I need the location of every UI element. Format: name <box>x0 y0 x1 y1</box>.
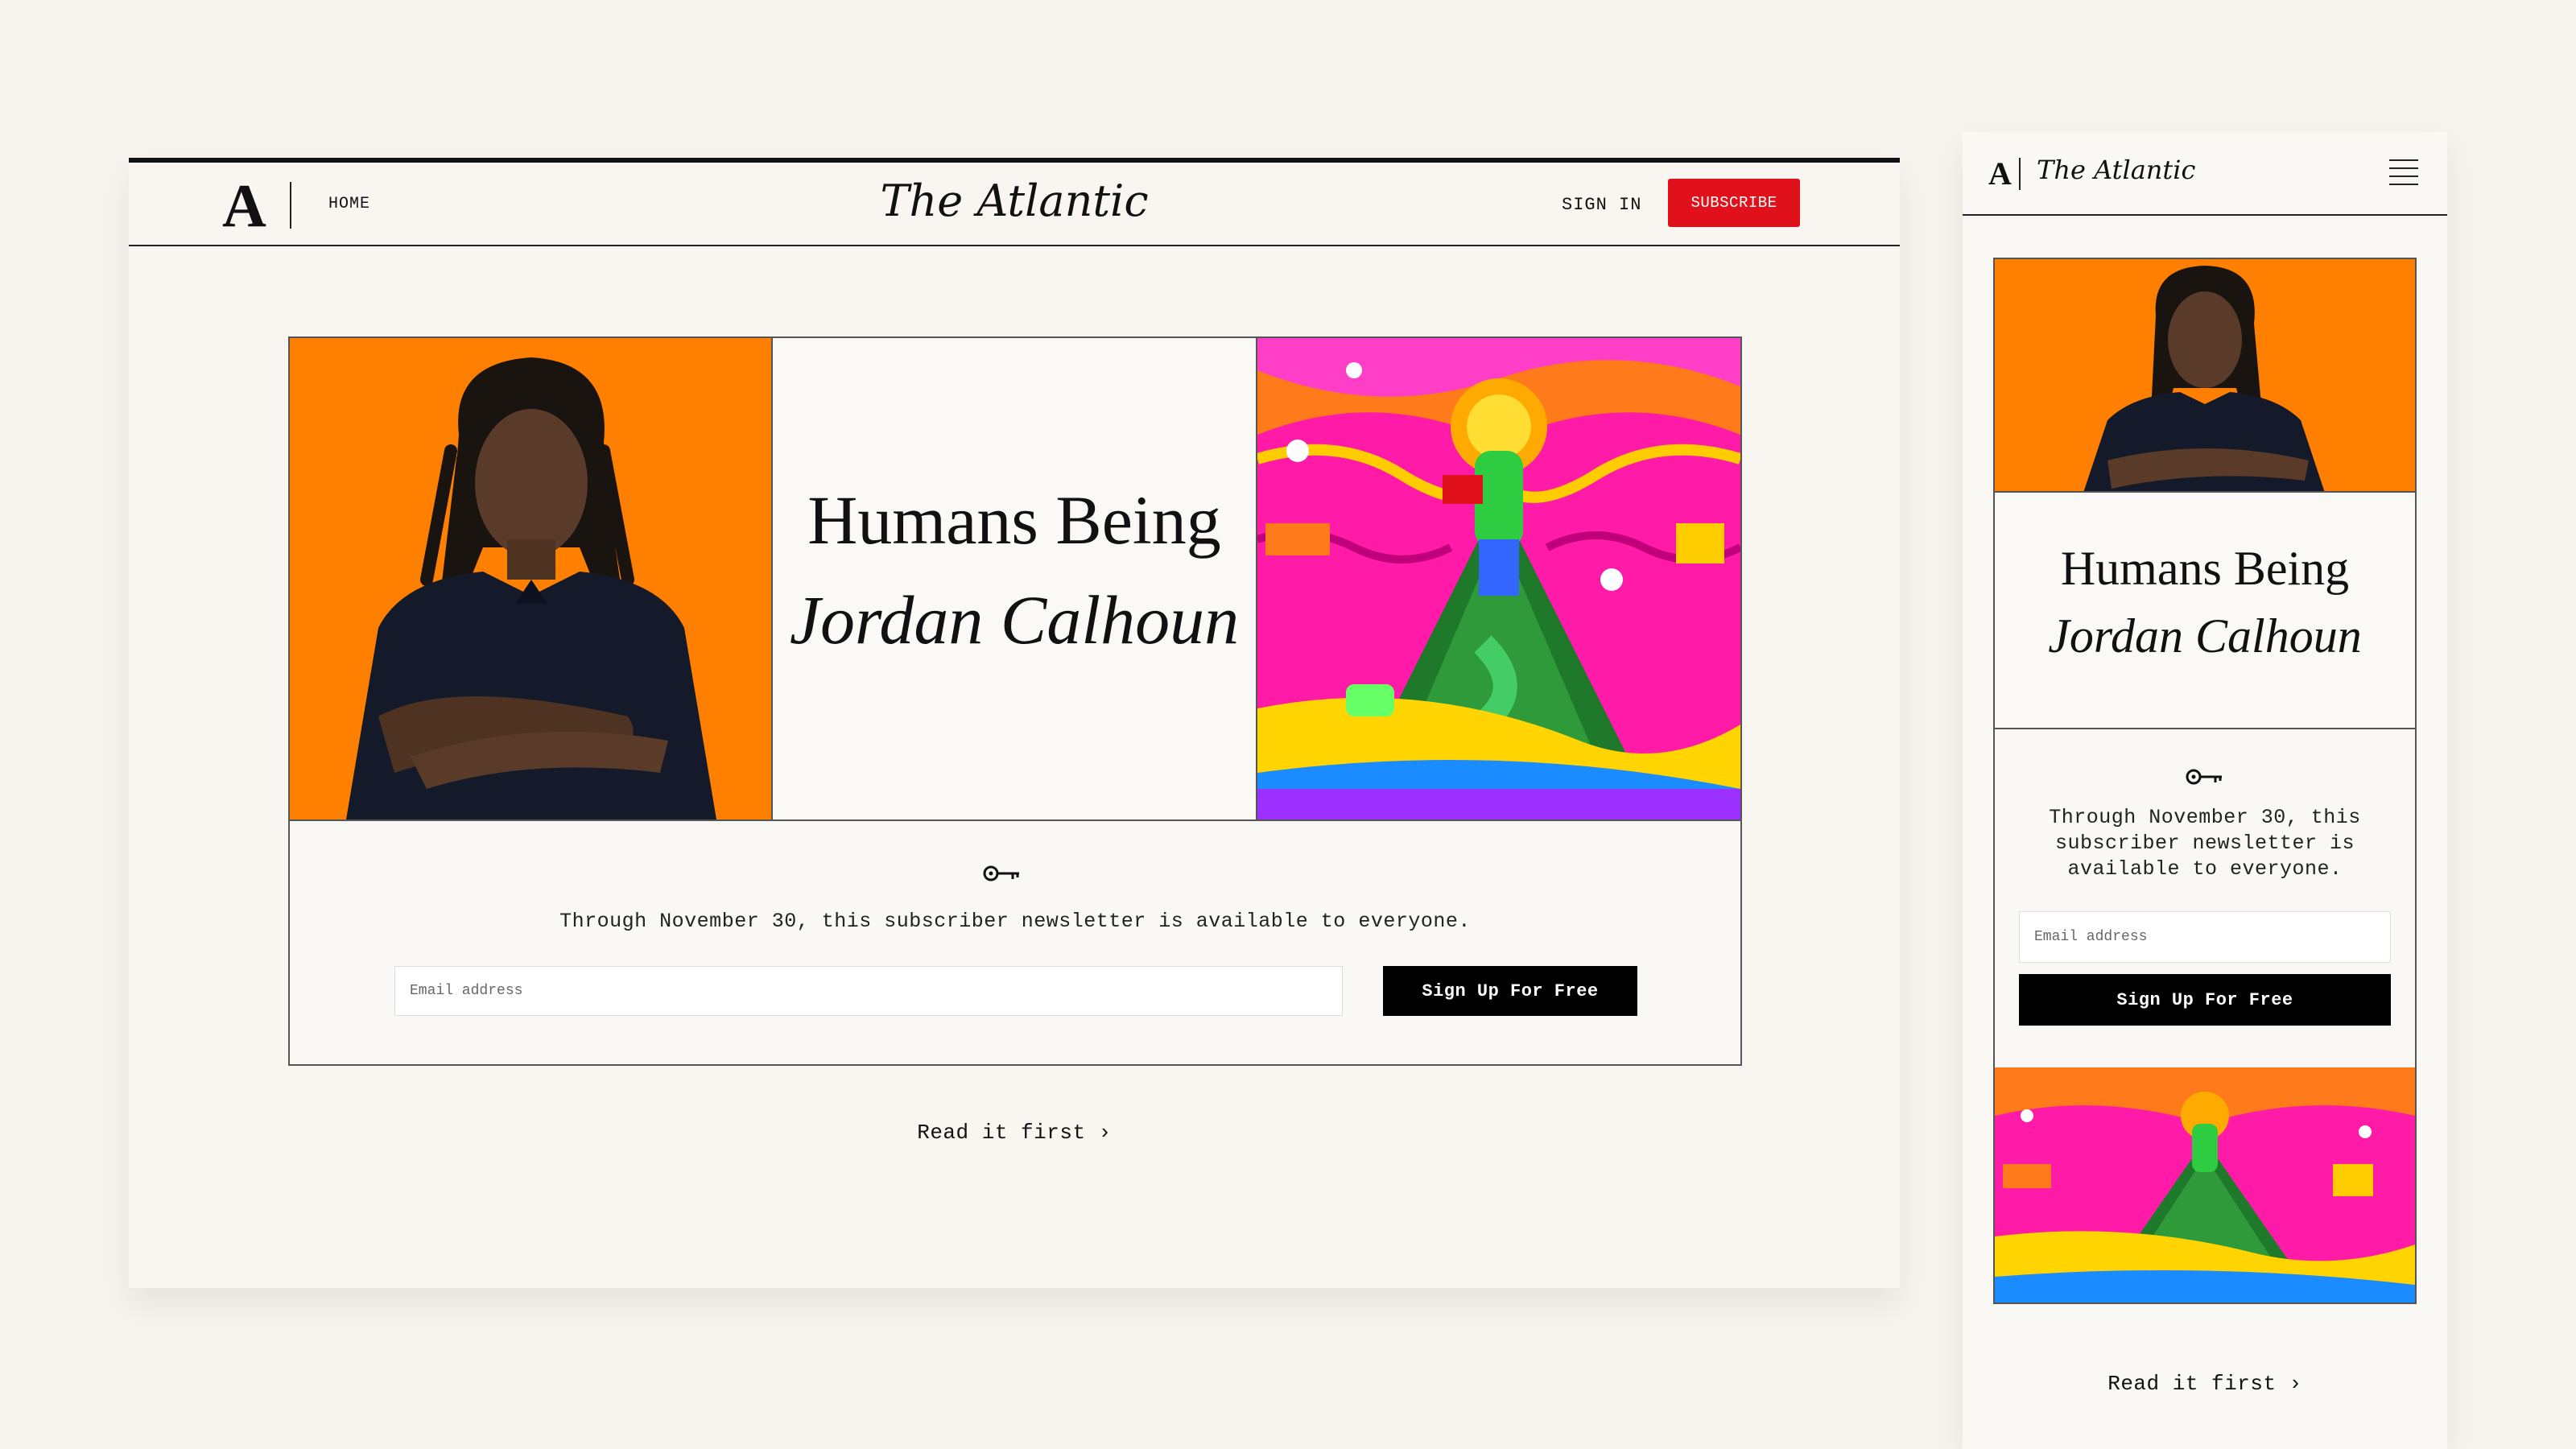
mobile-newsletter-card: Humans Being Jordan Calhoun Through Nove… <box>1993 258 2417 1304</box>
sign-up-button[interactable]: Sign Up For Free <box>1383 966 1637 1016</box>
newsletter-hero: Humans Being Jordan Calhoun <box>288 336 1742 821</box>
author-name: Jordan Calhoun <box>789 581 1240 658</box>
sign-up-button[interactable]: Sign Up For Free <box>2019 974 2391 1026</box>
newsletter-title: Humans Being <box>807 481 1221 559</box>
masthead-title[interactable]: The Atlantic <box>2037 155 2195 185</box>
email-input[interactable] <box>394 966 1343 1016</box>
psychedelic-art <box>1995 1067 2415 1302</box>
mobile-nav: A The Atlantic <box>1963 132 2447 216</box>
psychedelic-art <box>1257 338 1740 819</box>
desktop-frame: A HOME The Atlantic SIGN IN SUBSCRIBE Hu… <box>129 158 1900 1288</box>
author-name: Jordan Calhoun <box>2048 609 2362 663</box>
availability-message: Through November 30, this subscriber new… <box>559 910 1471 933</box>
title-panel: Humans Being Jordan Calhoun <box>1995 493 2415 729</box>
read-it-first-link[interactable]: Read it first › <box>1963 1372 2447 1396</box>
atlantic-a-logo[interactable]: A <box>1988 155 2012 192</box>
portrait-photo <box>1995 259 2415 493</box>
subscribe-button[interactable]: SUBSCRIBE <box>1668 179 1800 227</box>
nav-divider <box>2019 158 2021 190</box>
colorful-illustration <box>1257 338 1740 819</box>
read-it-first-link[interactable]: Read it first › <box>129 1121 1900 1145</box>
email-input[interactable] <box>2019 911 2391 963</box>
signup-box: Through November 30, this subscriber new… <box>288 821 1742 1066</box>
signup-box: Through November 30, this subscriber new… <box>1995 729 2415 1067</box>
portrait-illustration <box>2083 266 2325 491</box>
top-nav: A HOME The Atlantic SIGN IN SUBSCRIBE <box>129 163 1900 246</box>
title-panel: Humans Being Jordan Calhoun <box>773 338 1257 819</box>
sign-in-link[interactable]: SIGN IN <box>1562 195 1641 215</box>
key-icon <box>983 865 1019 881</box>
key-icon <box>2186 769 2222 785</box>
newsletter-title: Humans Being <box>2060 542 2350 595</box>
portrait-photo <box>290 338 773 819</box>
availability-message: Through November 30, this subscriber new… <box>2049 806 2361 881</box>
hamburger-menu-icon[interactable] <box>2389 159 2418 188</box>
mobile-frame: A The Atlantic Humans Being Jordan Calho… <box>1963 132 2447 1449</box>
colorful-illustration <box>1995 1067 2415 1302</box>
portrait-illustration <box>346 357 716 819</box>
